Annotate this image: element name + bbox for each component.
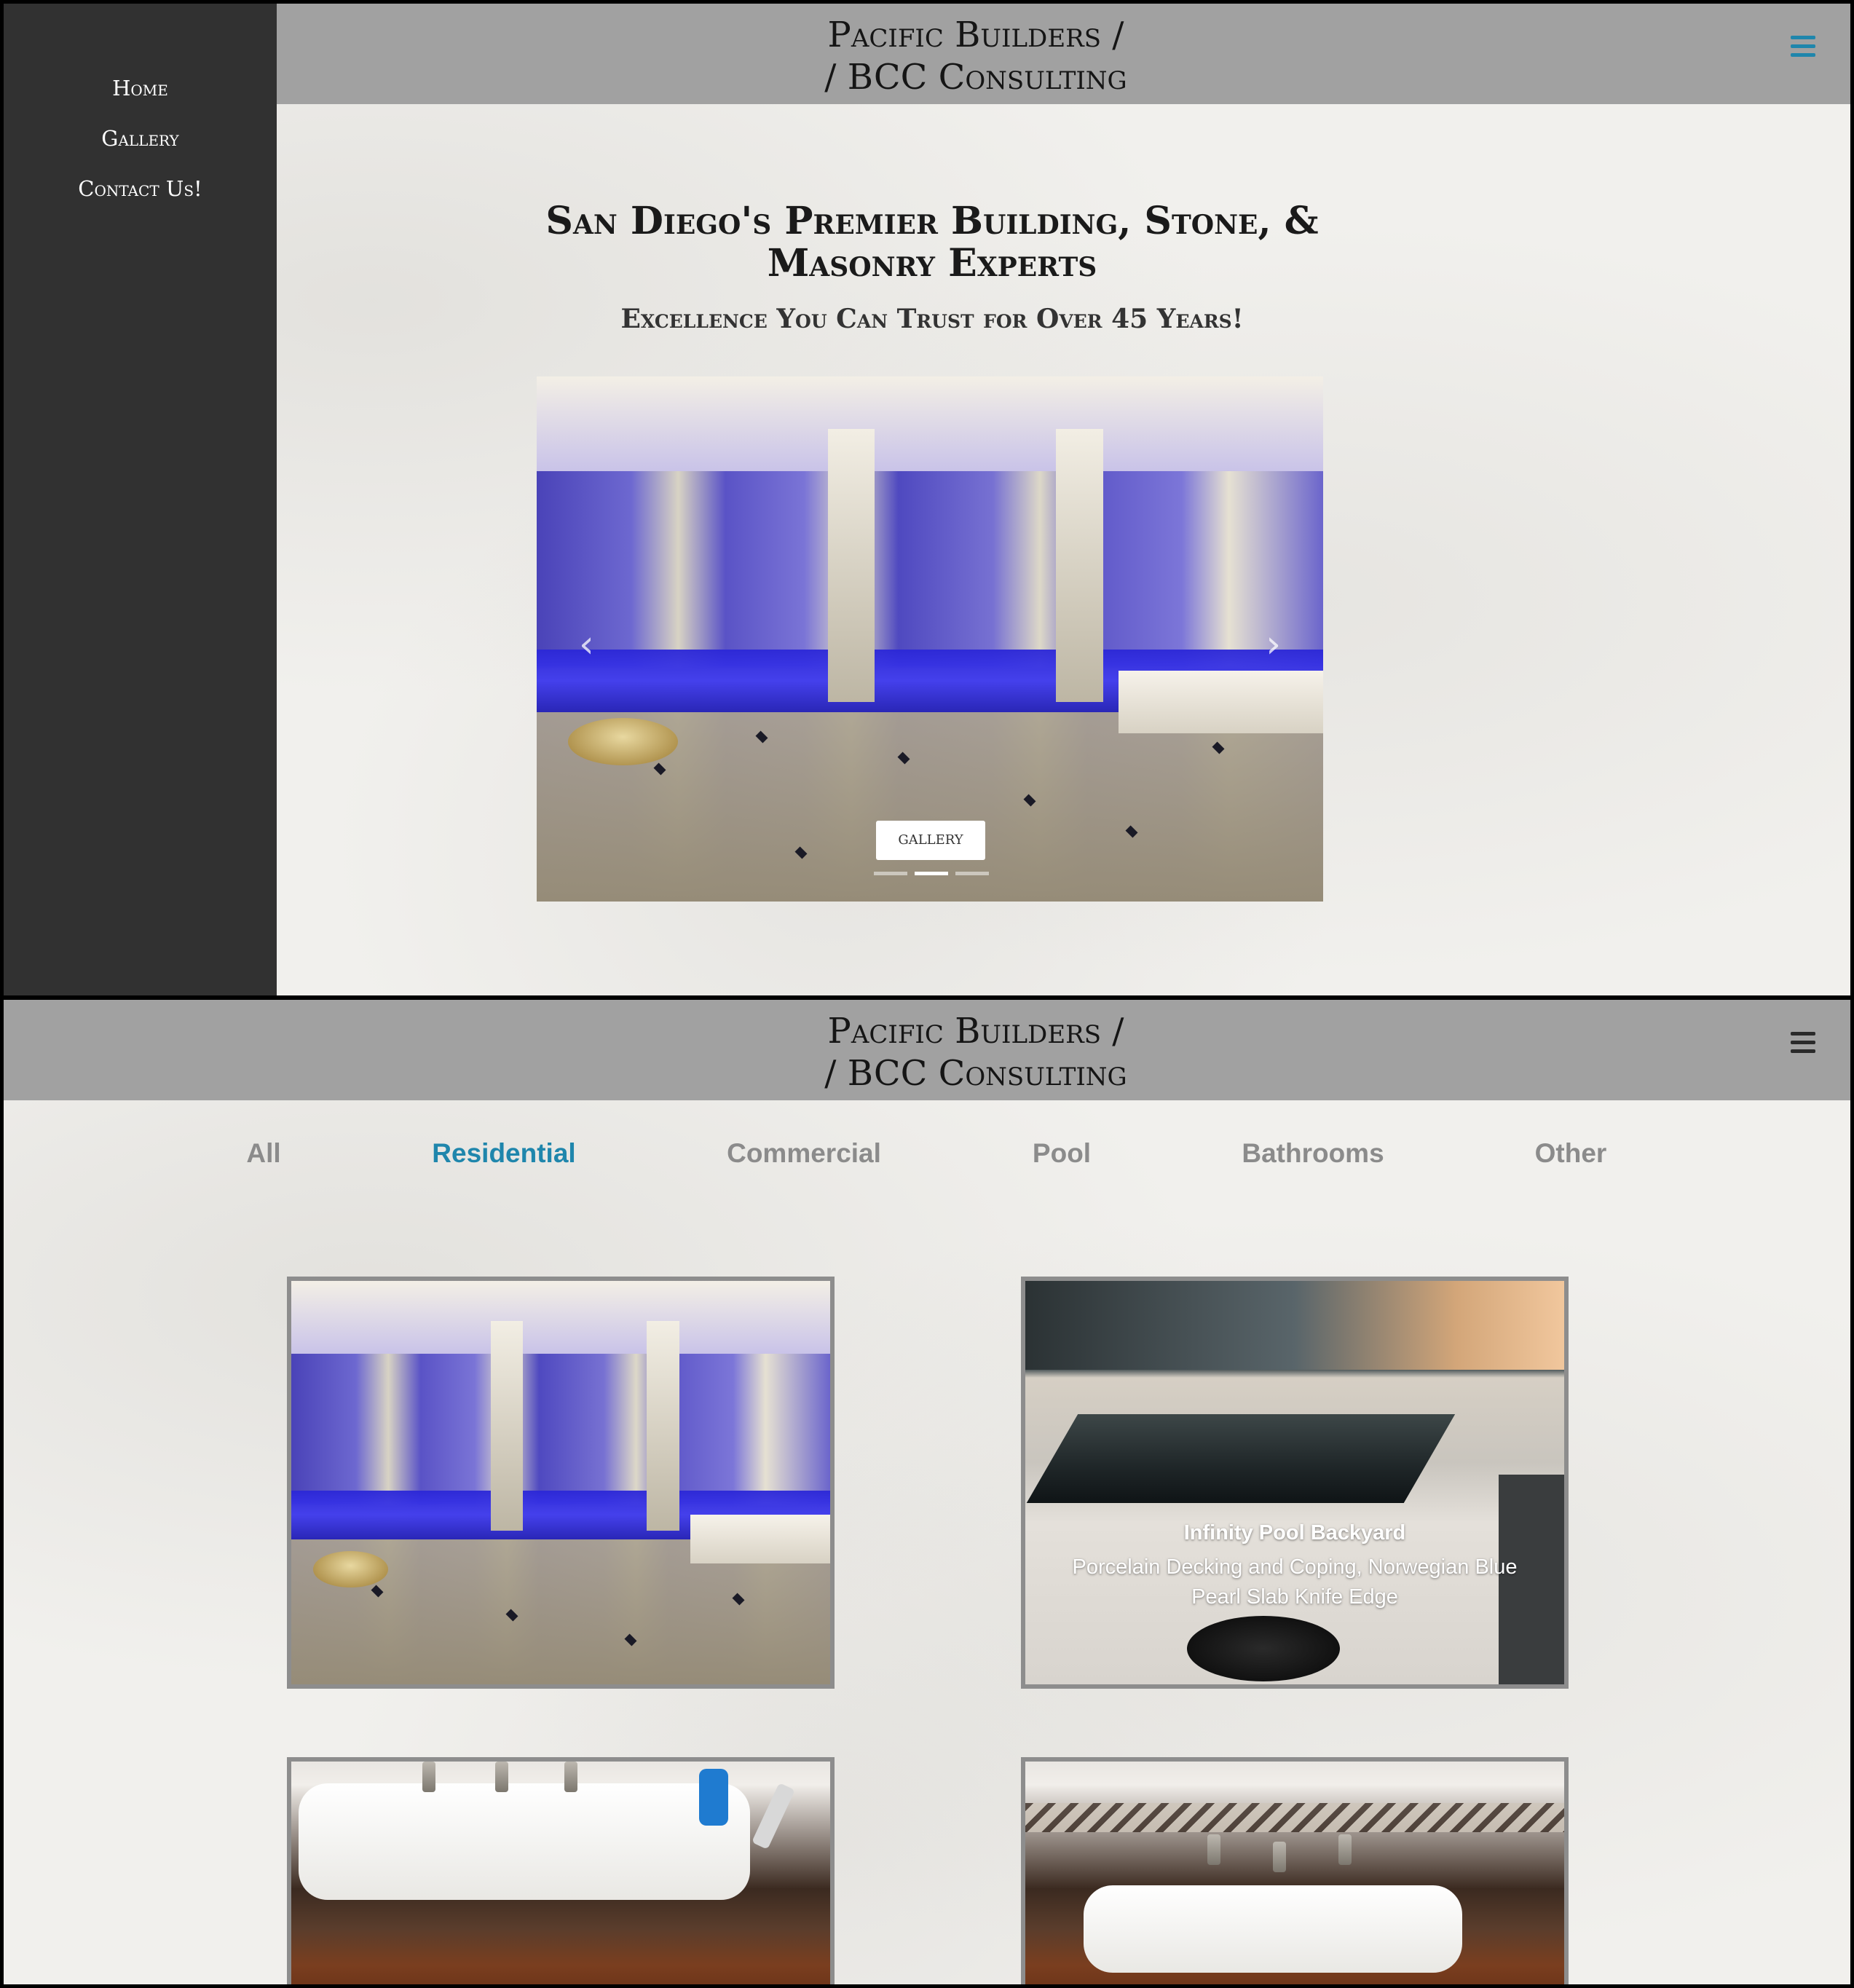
brand-line-1: Pacific Builders / [827,15,1124,55]
menu-bar [1791,1049,1815,1053]
site-brand[interactable]: Pacific Builders / / BCC Consulting [757,1010,1194,1094]
photo-pillar [1055,429,1103,702]
sidebar-item-contact[interactable]: Contact Us! [4,167,277,217]
gallery-card[interactable] [287,1757,835,1984]
carousel-indicator-3[interactable] [955,872,989,875]
sidebar-nav: Home Gallery Contact Us! [4,4,277,995]
gallery-card[interactable]: Infinity Pool Backyard Porcelain Decking… [1021,1277,1569,1689]
hero-subtitle: Excellence You Can Trust for Over 45 Yea… [620,304,1244,334]
photo-daybed [690,1515,830,1563]
photo-tile [794,846,808,859]
menu-bar [1791,1032,1815,1036]
filter-tab-pool[interactable]: Pool [1033,1138,1091,1169]
brand-line-2: / BCC Consulting [824,57,1127,98]
gallery-page: Pacific Builders / / BCC Consulting All … [4,1000,1850,1984]
photo-tile [653,762,666,776]
photo-tile [732,1593,745,1606]
sidebar-item-home[interactable]: Home [4,66,277,117]
photo-faucet [495,1762,508,1792]
brand-line-1: Pacific Builders / [827,1011,1124,1052]
filter-tab-all[interactable]: All [246,1138,280,1169]
photo-pillar [647,1321,679,1531]
chevron-right-icon[interactable]: › [1266,623,1281,666]
photo-faucet [564,1762,577,1792]
photo-brass-bowl [568,717,679,765]
photo-faucet [1338,1834,1352,1865]
photo-pool-water [1026,1413,1456,1503]
gallery-filter-tabs: All Residential Commercial Pool Bathroom… [4,1138,1850,1175]
hero-carousel[interactable]: ‹ › GALLERY [537,376,1323,902]
menu-bar [1791,53,1815,57]
photo-sink-basin [299,1783,750,1900]
carousel-indicator-1[interactable] [874,872,907,875]
sidebar-item-gallery[interactable]: Gallery [4,117,277,167]
photo-faucet [1207,1834,1220,1865]
photo-tile [505,1609,518,1622]
filter-tab-residential[interactable]: Residential [432,1138,575,1169]
photo-faucet [1273,1842,1286,1872]
photo-tile [1023,794,1036,807]
photo-arches [291,1281,830,1354]
card-title: Infinity Pool Backyard [1183,1521,1406,1545]
photo-bottle [699,1769,728,1826]
filter-tab-bathrooms[interactable]: Bathrooms [1242,1138,1384,1169]
moroccan-pool-photo [291,1281,830,1684]
brand-line-2: / BCC Consulting [824,1053,1127,1094]
infinity-pool-photo [1025,1281,1564,1684]
carousel-indicator-2[interactable] [915,872,948,875]
photo-tile [1212,741,1225,754]
gallery-card[interactable] [1021,1757,1569,1984]
site-header: Pacific Builders / / BCC Consulting [4,1000,1850,1100]
photo-arches [537,376,1323,471]
gallery-cta-button[interactable]: GALLERY [876,821,985,860]
photo-tile [371,1585,384,1598]
photo-tile [897,752,910,765]
card-caption: Porcelain Decking and Coping, Norwegian … [1072,1555,1518,1609]
photo-pillar [490,1321,524,1531]
bathroom-vanity-photo [1025,1762,1564,1984]
menu-bar [1791,44,1815,48]
site-brand[interactable]: Pacific Builders / / BCC Consulting [757,14,1194,98]
chevron-left-icon[interactable]: ‹ [579,623,594,666]
filter-tab-other[interactable]: Other [1535,1138,1607,1169]
photo-faucet [422,1762,435,1792]
menu-bar [1791,1041,1815,1044]
menu-bar [1791,36,1815,39]
home-page: Home Gallery Contact Us! Pacific Builder… [4,4,1850,995]
photo-bottle [752,1783,795,1850]
card-overlay: Infinity Pool Backyard Porcelain Decking… [1025,1521,1564,1612]
photo-sink-basin [1084,1885,1462,1973]
photo-backsplash [1025,1803,1564,1833]
photo-fire-pit [1187,1615,1340,1681]
photo-tile [1125,825,1138,838]
gallery-card[interactable] [287,1277,835,1689]
carousel-indicators [874,872,989,875]
photo-brass-bowl [312,1551,389,1588]
hamburger-icon[interactable] [1791,1032,1815,1057]
photo-daybed [1119,670,1323,734]
photo-pillar [827,429,875,702]
photo-sky [1025,1281,1564,1370]
hero-title: San Diego's Premier Building, Stone, & M… [545,199,1319,285]
site-header: Pacific Builders / / BCC Consulting [277,4,1850,104]
photo-tile [624,1633,637,1646]
filter-tab-commercial[interactable]: Commercial [727,1138,881,1169]
hamburger-icon[interactable] [1791,36,1815,60]
bathroom-vanity-photo [291,1762,830,1984]
photo-tile [755,730,768,743]
